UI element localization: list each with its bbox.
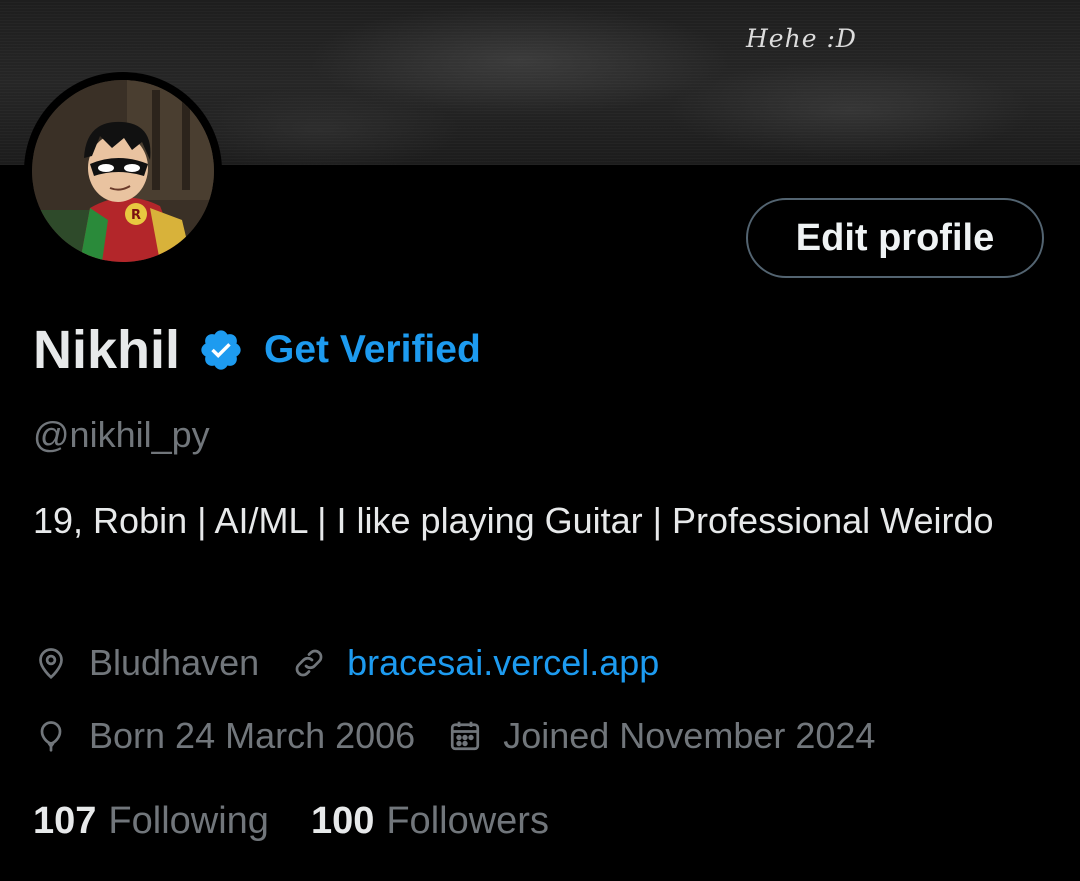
svg-text:R: R [131, 208, 141, 223]
birthday-item: Born 24 March 2006 [33, 715, 415, 757]
following-count: 107 [33, 799, 97, 842]
balloon-icon [33, 718, 69, 754]
banner-caption: Hehe :D [746, 24, 857, 53]
avatar[interactable]: R [24, 72, 222, 270]
location-text: Bludhaven [89, 642, 260, 683]
display-name: Nikhil [33, 320, 181, 380]
profile-bio: 19, Robin | AI/ML | I like playing Guita… [33, 500, 994, 541]
following-label: Following [108, 799, 269, 842]
user-handle: @nikhil_py [33, 414, 210, 455]
following-stat[interactable]: 107 Following [33, 800, 269, 843]
followers-label: Followers [386, 799, 549, 842]
calendar-icon [447, 718, 483, 754]
birthday-text: Born 24 March 2006 [89, 715, 416, 756]
followers-stat[interactable]: 100 Followers [311, 800, 549, 843]
verified-badge-icon[interactable] [198, 327, 244, 373]
website-item[interactable]: bracesai.vercel.app [291, 642, 659, 684]
edit-profile-button[interactable]: Edit profile [746, 198, 1044, 278]
get-verified-link[interactable]: Get Verified [264, 328, 481, 372]
profile-meta-row-1: Bludhaven bracesai.vercel.app [33, 639, 659, 687]
joined-item: Joined November 2024 [447, 715, 875, 757]
link-icon [291, 645, 327, 681]
robin-avatar-illustration: R [32, 80, 214, 262]
profile-meta-row-2: Born 24 March 2006 Joined November 2024 [33, 712, 875, 760]
website-link[interactable]: bracesai.vercel.app [347, 642, 659, 684]
location-item: Bludhaven [33, 642, 259, 684]
followers-count: 100 [310, 799, 375, 842]
follow-stats: 107 Following 100 Followers [33, 797, 549, 845]
name-row: Nikhil Get Verified [33, 318, 481, 382]
avatar-image: R [32, 80, 214, 262]
profile-page: Hehe :D R Edit profile Nikhil Get Verifi… [0, 0, 1080, 881]
location-pin-icon [33, 645, 69, 681]
joined-text: Joined November 2024 [503, 715, 876, 756]
